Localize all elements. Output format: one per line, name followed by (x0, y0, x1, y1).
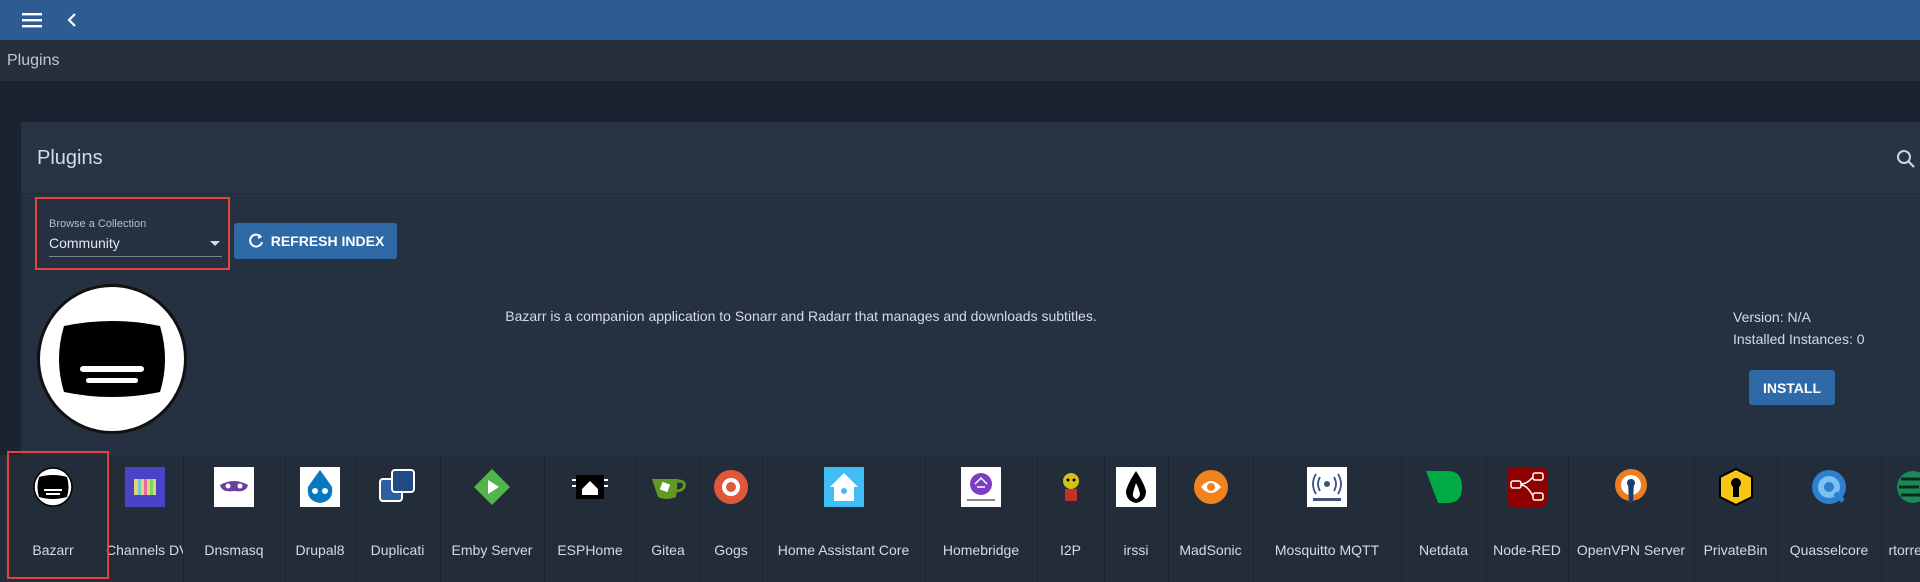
page-title: Plugins (37, 147, 103, 169)
mosquitto-icon (1307, 467, 1347, 507)
plugin-name: Emby Server (451, 542, 533, 558)
plugin-name: rtorrent (1888, 542, 1920, 558)
plugin-tile[interactable]: Emby Server (440, 455, 545, 582)
dnsmasq-icon (214, 467, 254, 507)
collection-value: Community (49, 235, 120, 251)
plugin-tile[interactable]: MadSonic (1168, 455, 1254, 582)
chevron-left-icon[interactable] (60, 8, 84, 32)
node-red-icon (1507, 467, 1547, 507)
installed-instances: Installed Instances: 0 (1733, 331, 1865, 347)
caret-down-icon (210, 241, 220, 246)
plugin-tile[interactable]: ESPHome (544, 455, 637, 582)
breadcrumb: Plugins (0, 40, 1920, 82)
plugin-tile[interactable]: Node-RED (1486, 455, 1569, 582)
breadcrumb-title: Plugins (7, 52, 60, 69)
plugin-name: OpenVPN Server (1576, 542, 1686, 558)
channels-dvr-icon (125, 467, 165, 507)
plugin-tile[interactable]: Dnsmasq (183, 455, 286, 582)
refresh-icon (248, 233, 263, 248)
irssi-icon (1116, 467, 1156, 507)
plugin-version: Version: N/A (1733, 309, 1811, 325)
esphome-icon (570, 467, 610, 507)
homebridge-icon (961, 467, 1001, 507)
plugin-tile[interactable]: Gitea (636, 455, 701, 582)
plugin-name: irssi (1123, 542, 1149, 558)
duplicati-icon (378, 467, 418, 507)
plugin-name: Mosquitto MQTT (1274, 542, 1380, 558)
plugin-name: Channels DVR (106, 542, 183, 558)
plugin-name: Duplicati (370, 542, 425, 558)
collection-select[interactable]: Browse a Collection Community (35, 197, 230, 270)
plugin-tile[interactable]: Duplicati (355, 455, 441, 582)
selected-plugin-highlight (7, 451, 109, 579)
i2p-icon (1051, 467, 1091, 507)
select-underline (49, 256, 222, 257)
drupal-icon (300, 467, 340, 507)
plugin-description: Bazarr is a companion application to Son… (505, 308, 1097, 324)
plugin-name: Drupal8 (295, 542, 345, 558)
bazarr-logo (37, 284, 187, 434)
plugin-name: ESPHome (557, 542, 623, 558)
home-assistant-icon (824, 467, 864, 507)
plugin-tile[interactable]: I2P (1037, 455, 1105, 582)
plugin-tile[interactable]: Channels DVR (106, 455, 184, 582)
netdata-icon (1424, 467, 1464, 507)
refresh-index-button[interactable]: REFRESH INDEX (234, 223, 397, 259)
plugin-name: Home Assistant Core (777, 542, 910, 558)
plugin-name: Gitea (651, 542, 685, 558)
collection-label: Browse a Collection (49, 218, 147, 230)
plugin-tile[interactable]: OpenVPN Server (1568, 455, 1695, 582)
install-button[interactable]: INSTALL (1749, 370, 1835, 405)
plugin-tile[interactable]: Homebridge (925, 455, 1038, 582)
gogs-icon (711, 467, 751, 507)
openvpn-icon (1611, 467, 1651, 507)
plugin-tile[interactable]: Home Assistant Core (762, 455, 926, 582)
privatebin-icon (1716, 467, 1756, 507)
plugin-tile[interactable]: Mosquitto MQTT (1253, 455, 1402, 582)
plugin-name: I2P (1059, 542, 1081, 558)
plugin-list: BazarrChannels DVRDnsmasqDrupal8Duplicat… (0, 455, 1920, 582)
search-icon[interactable] (1896, 149, 1916, 169)
plugin-name: Gogs (714, 542, 748, 558)
top-app-bar (0, 0, 1920, 40)
plugin-tile[interactable]: Drupal8 (285, 455, 356, 582)
plugin-name: Netdata (1418, 542, 1469, 558)
plugin-name: Quasselcore (1789, 542, 1869, 558)
plugin-tile[interactable]: Netdata (1401, 455, 1487, 582)
hamburger-icon[interactable] (20, 8, 44, 32)
plugin-tile[interactable]: rtorrent (1881, 455, 1920, 582)
plugin-tile[interactable]: Quasselcore (1777, 455, 1882, 582)
refresh-label: REFRESH INDEX (270, 233, 385, 249)
emby-icon (472, 467, 512, 507)
plugin-tile[interactable]: PrivateBin (1694, 455, 1778, 582)
rtorrent-icon (1891, 467, 1920, 507)
quasselcore-icon (1809, 467, 1849, 507)
plugin-name: MadSonic (1179, 542, 1242, 558)
madsonic-icon (1191, 467, 1231, 507)
gitea-icon (648, 467, 688, 507)
plugin-name: Homebridge (942, 542, 1020, 558)
plugin-name: Node-RED (1493, 542, 1561, 558)
plugin-name: PrivateBin (1703, 542, 1768, 558)
card-header: Plugins (21, 122, 1920, 194)
plugin-name: Dnsmasq (204, 542, 264, 558)
plugin-tile[interactable]: Gogs (700, 455, 763, 582)
plugin-tile[interactable]: irssi (1104, 455, 1169, 582)
